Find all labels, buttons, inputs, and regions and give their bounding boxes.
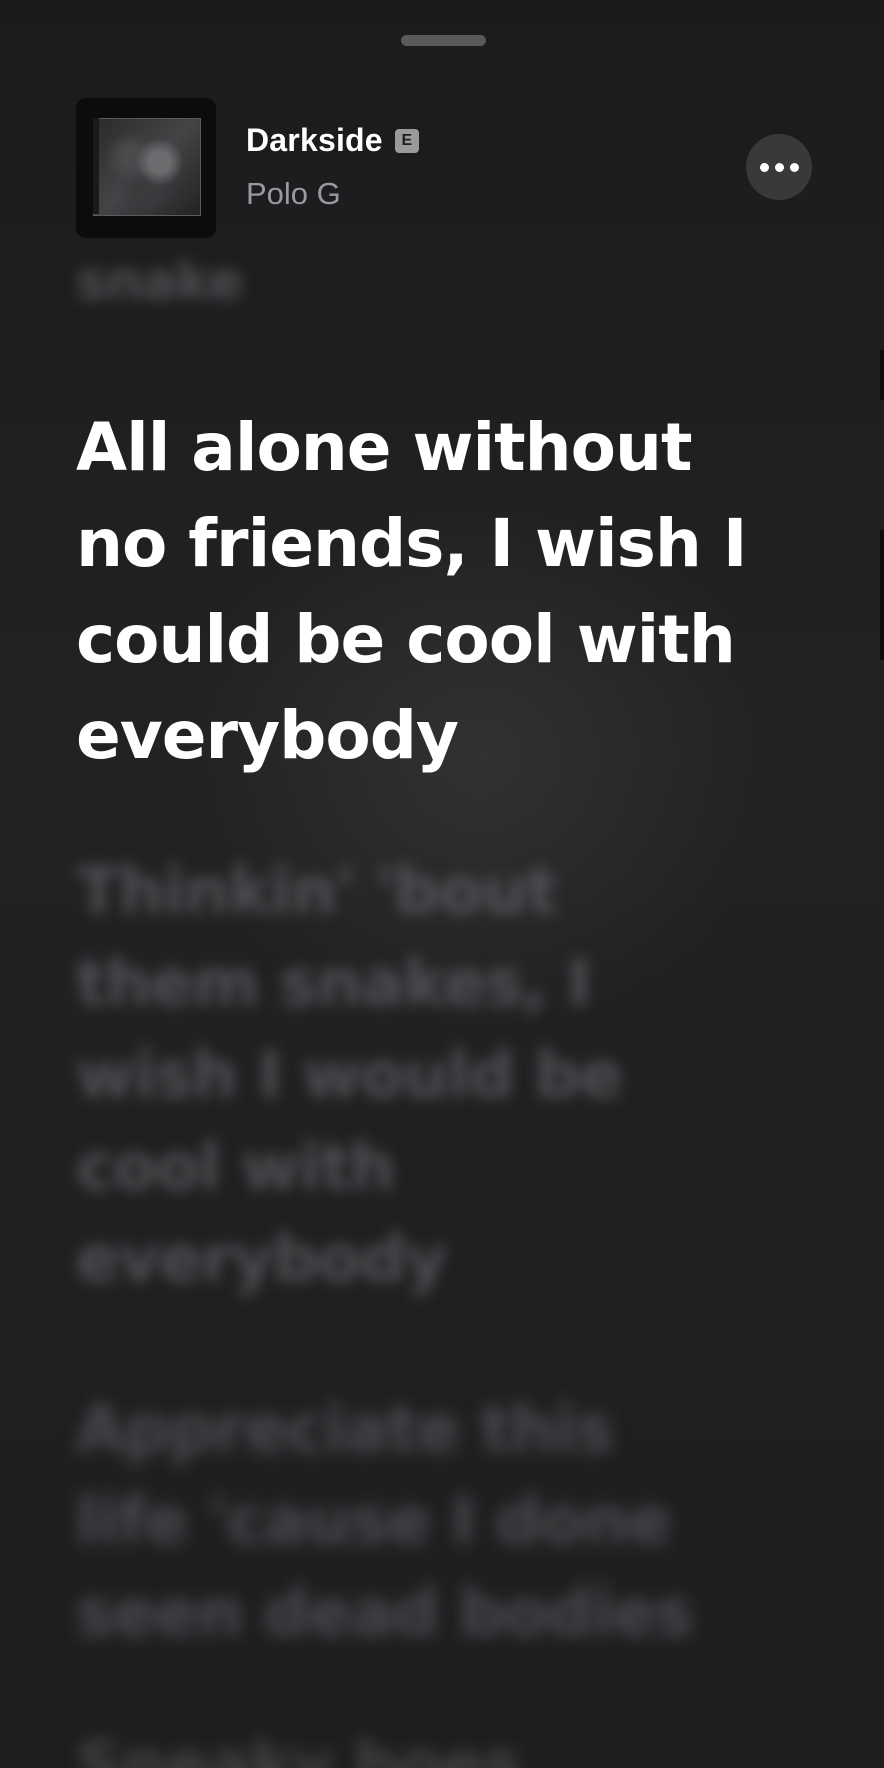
lyric-line-next-2[interactable]: Appreciate this life 'cause I done seen …: [76, 1384, 693, 1660]
song-title-row: Darkside E: [246, 122, 419, 159]
lyric-text: All alone without: [76, 409, 693, 486]
lyric-text: snake: [76, 252, 244, 312]
explicit-badge: E: [394, 128, 419, 153]
lyric-line-current[interactable]: All alone without no friends, I wish I c…: [76, 400, 747, 784]
lyric-text: Thinkin' 'bout: [76, 855, 557, 929]
side-edge-indicator: [880, 350, 884, 400]
ellipsis-icon-dot: [774, 162, 784, 172]
lyric-text: Sneaky hoes: [76, 1729, 522, 1768]
lyric-text: seen dead bodies: [76, 1577, 693, 1651]
lyric-text: no friends, I wish I: [76, 505, 747, 582]
lyric-line-previous[interactable]: snake: [76, 252, 244, 312]
album-cover-image: [93, 118, 201, 216]
lyric-line-next-3[interactable]: Sneaky hoes: [76, 1720, 522, 1768]
lyric-text: cool with: [76, 1131, 395, 1205]
side-edge-indicator: [880, 530, 884, 660]
ellipsis-icon-dot: [759, 162, 769, 172]
lyric-text: wish I would be: [76, 1039, 623, 1113]
lyric-text: life 'cause I done: [76, 1485, 671, 1559]
lyric-text: Appreciate this: [76, 1393, 614, 1467]
album-case-spine: [93, 118, 99, 214]
artist-name[interactable]: Polo G: [246, 176, 341, 212]
lyric-text: everybody: [76, 697, 459, 774]
album-artwork[interactable]: [76, 98, 216, 238]
lyric-line-next[interactable]: Thinkin' 'bout them snakes, I wish I wou…: [76, 846, 623, 1306]
now-playing-header: Darkside E Polo G: [76, 98, 812, 238]
more-options-button[interactable]: [746, 134, 812, 200]
song-title: Darkside: [246, 122, 383, 158]
lyric-text: them snakes, I: [76, 947, 591, 1021]
sheet-grabber-handle[interactable]: [401, 35, 486, 46]
lyric-text: could be cool with: [76, 601, 736, 678]
ellipsis-icon-dot: [789, 162, 799, 172]
lyric-text: everybody: [76, 1223, 447, 1297]
